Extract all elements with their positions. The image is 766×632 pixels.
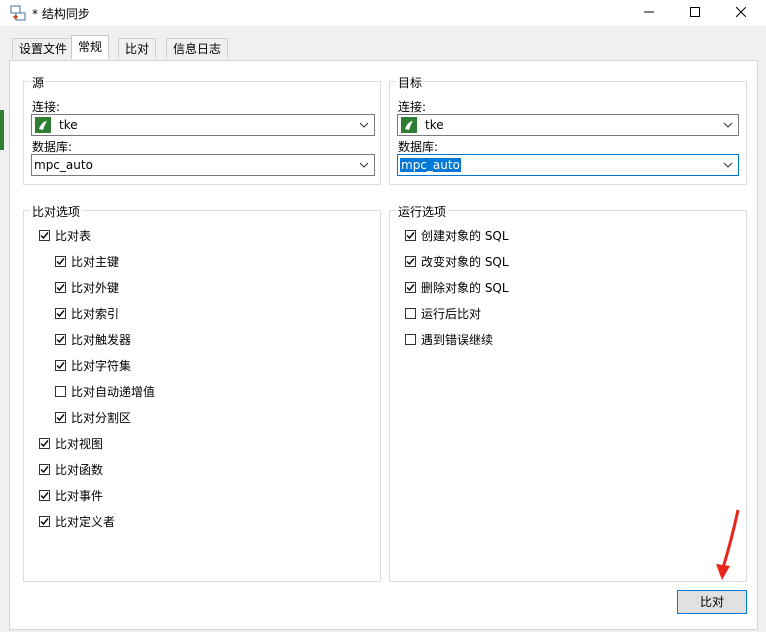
target-connection-value: tke [425,118,444,132]
checkbox-label: 改变对象的 SQL [421,255,509,269]
source-database-select[interactable]: mpc_auto [31,154,375,176]
tab-settings-file[interactable]: 设置文件 [12,38,75,58]
checkbox[interactable] [39,490,50,501]
source-group: 源 连接: tke 数据库: mpc_auto [23,74,381,185]
checkbox[interactable] [405,230,416,241]
checkmark-icon [56,284,65,292]
source-database-value: mpc_auto [34,158,93,172]
checkbox[interactable] [55,412,66,423]
checkbox[interactable] [55,256,66,267]
close-icon [735,6,747,18]
checkmark-icon [56,258,65,266]
source-connection-select[interactable]: tke [31,114,375,136]
source-group-title: 源 [30,74,47,91]
checkbox[interactable] [39,438,50,449]
checkbox-label: 遇到错误继续 [421,333,494,347]
checkmark-icon [56,336,65,344]
checkmark-icon [56,414,65,422]
minimize-button[interactable] [626,0,672,26]
checkbox[interactable] [405,282,416,293]
source-database-label: 数据库: [32,140,73,154]
checkbox[interactable] [55,386,66,397]
checkbox-label: 比对主键 [71,255,120,269]
sync-app-icon [10,5,26,21]
target-connection-select[interactable]: tke [397,114,739,136]
maximize-button[interactable] [672,0,718,26]
checkbox-label: 比对函数 [55,463,104,477]
tab-general[interactable]: 常规 [71,35,110,59]
chevron-down-icon [723,122,733,128]
compare-options-group: 比对选项 比对表比对主键比对外键比对索引比对触发器比对字符集比对自动递增值 比对分… [23,203,381,582]
mysql-connection-icon [401,117,417,133]
window-title: * 结构同步 [32,7,90,21]
tab-compare[interactable]: 比对 [118,38,157,58]
checkbox-label: 比对字符集 [71,359,132,373]
checkmark-icon [56,362,65,370]
chevron-down-icon [359,162,369,168]
target-database-select[interactable]: mpc_auto [397,154,739,176]
checkbox-label: 比对表 [55,229,92,243]
checkmark-icon [406,232,415,240]
target-database-label: 数据库: [398,140,439,154]
checkmark-icon [40,232,49,240]
checkmark-icon [40,492,49,500]
target-database-value: mpc_auto [400,158,461,172]
checkbox-label: 创建对象的 SQL [421,229,509,243]
checkbox-label: 比对自动递增值 [71,385,156,399]
chevron-down-icon [723,162,733,168]
checkbox-label: 比对视图 [55,437,104,451]
checkbox-label: 运行后比对 [421,307,482,321]
target-group: 目标 连接: tke 数据库: mpc_auto [389,74,747,185]
checkmark-icon [40,518,49,526]
source-connection-value: tke [59,118,78,132]
background-app-strip [0,110,4,150]
checkbox[interactable] [405,256,416,267]
chevron-down-icon [359,122,369,128]
checkbox[interactable] [55,308,66,319]
checkbox[interactable] [405,308,416,319]
checkbox-label: 删除对象的 SQL [421,281,509,295]
checkbox[interactable] [405,334,416,345]
target-connection-label: 连接: [398,100,427,114]
checkmark-icon [40,466,49,474]
red-arrow-annotation-icon [716,509,740,580]
run-options-group: 运行选项 创建对象的 SQL 改变对象的 SQL 删除对象的 SQL 运行后比对遇到错… [389,203,747,582]
checkmark-icon [406,258,415,266]
maximize-icon [690,7,700,17]
checkmark-icon [40,440,49,448]
close-button[interactable] [718,0,764,26]
target-group-title: 目标 [396,74,425,91]
minimize-icon [644,11,654,13]
checkmark-icon [56,310,65,318]
checkbox[interactable] [55,334,66,345]
checkbox[interactable] [55,360,66,371]
mysql-connection-icon [35,117,51,133]
checkmark-icon [406,284,415,292]
run-options-title: 运行选项 [396,203,449,220]
checkbox-label: 比对分割区 [71,411,132,425]
checkbox-label: 比对索引 [71,307,120,321]
checkbox-label: 比对触发器 [71,333,132,347]
compare-options-title: 比对选项 [30,203,83,220]
title-bar: * 结构同步 [0,0,766,26]
checkbox-label: 比对事件 [55,489,104,503]
checkbox[interactable] [39,464,50,475]
checkbox[interactable] [55,282,66,293]
checkbox[interactable] [39,516,50,527]
tab-panel-general: 源 连接: tke 数据库: mpc_auto 目标 连接: tke 数据库: … [9,60,758,630]
checkbox-label: 比对定义者 [55,515,116,529]
tab-message-log[interactable]: 信息日志 [166,38,229,58]
compare-button[interactable]: 比对 [677,590,747,614]
source-connection-label: 连接: [32,100,61,114]
checkbox-label: 比对外键 [71,281,120,295]
checkbox[interactable] [39,230,50,241]
